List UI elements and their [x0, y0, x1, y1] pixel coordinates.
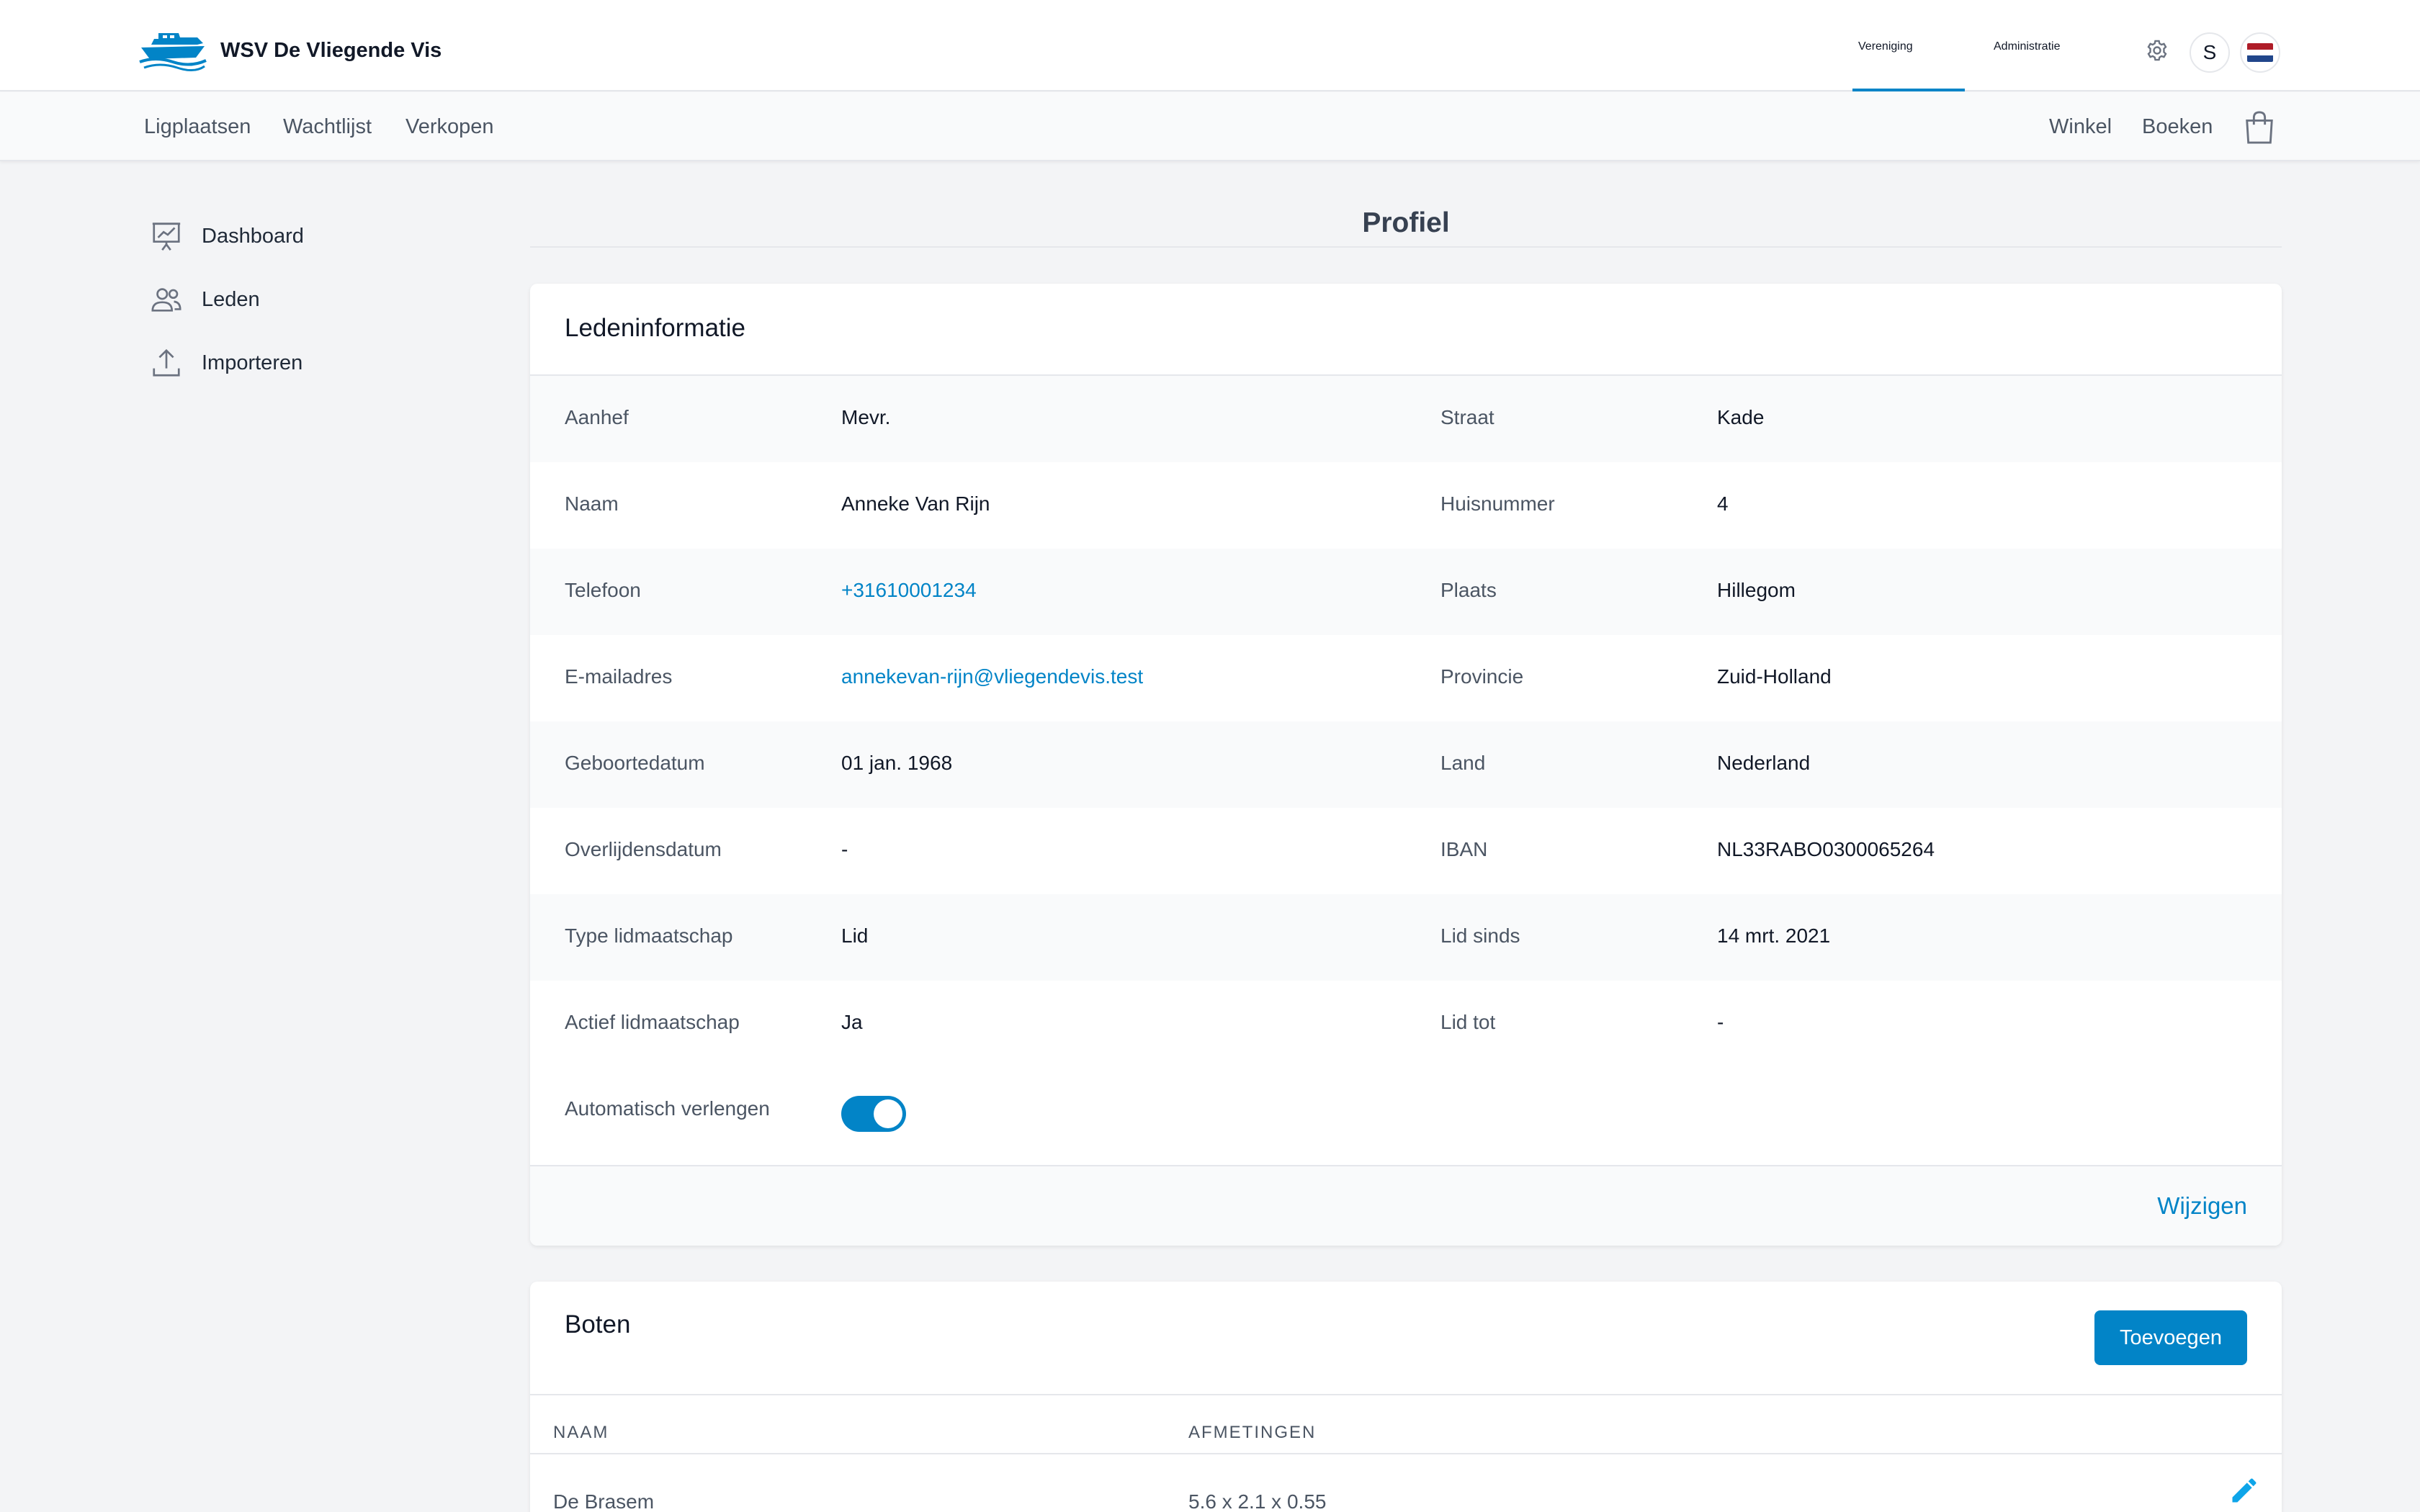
upload-icon: [153, 348, 180, 377]
boats-card: Boten Toevoegen NAAM AFMETINGEN De Brase…: [530, 1282, 2282, 1512]
info-row-email: E-mailadres annekevan-rijn@vliegendevis.…: [530, 635, 2282, 721]
edit-member-button[interactable]: Wijzigen: [2157, 1192, 2247, 1220]
field-value: NL33RABO0300065264: [1717, 838, 1935, 860]
auto-renew-toggle[interactable]: [841, 1096, 906, 1132]
users-icon: [151, 288, 182, 312]
column-header-afmetingen: AFMETINGEN: [1188, 1423, 1317, 1442]
presentation-chart-icon: [152, 222, 181, 251]
member-info-card: Ledeninformatie Aanhef Mevr. Straat Kade…: [530, 284, 2282, 1246]
field-label: Straat: [1440, 406, 1494, 428]
boats-divider: [530, 1394, 2282, 1395]
field-label: E-mailadres: [565, 665, 673, 688]
field-label: Aanhef: [565, 406, 629, 428]
field-value: 14 mrt. 2021: [1717, 924, 1831, 947]
subnav-ligplaatsen[interactable]: Ligplaatsen: [144, 115, 251, 139]
user-avatar[interactable]: S: [2190, 32, 2230, 73]
field-label: Actief lidmaatschap: [565, 1011, 740, 1033]
member-info-footer: Wijzigen: [530, 1165, 2282, 1246]
sidebar-label-dashboard: Dashboard: [202, 224, 304, 248]
field-label: Provincie: [1440, 665, 1524, 688]
field-label: IBAN: [1440, 838, 1488, 860]
member-info-title: Ledeninformatie: [565, 314, 745, 342]
field-label: Plaats: [1440, 579, 1497, 601]
brand-name: WSV De Vliegende Vis: [220, 38, 442, 62]
sidebar-item-importeren[interactable]: Importeren: [150, 346, 302, 380]
field-label: Land: [1440, 752, 1486, 774]
top-nav-vereniging[interactable]: Vereniging: [1858, 40, 1913, 53]
info-row-type-lidmaatschap: Type lidmaatschap Lid Lid sinds 14 mrt. …: [530, 894, 2282, 981]
field-value: Ja: [841, 1011, 863, 1033]
sub-navigation: Ligplaatsen Wachtlijst Verkopen Winkel B…: [0, 92, 2420, 161]
table-header-divider: [530, 1453, 2282, 1454]
field-label: Overlijdensdatum: [565, 838, 722, 860]
field-value: 4: [1717, 492, 1729, 515]
info-row-geboortedatum: Geboortedatum 01 jan. 1968 Land Nederlan…: [530, 721, 2282, 808]
field-value: Lid: [841, 924, 869, 947]
sidebar-label-importeren: Importeren: [202, 351, 303, 374]
active-tab-indicator: [1852, 89, 1965, 91]
field-label: Lid tot: [1440, 1011, 1496, 1033]
field-label: Huisnummer: [1440, 492, 1555, 515]
top-nav-administratie[interactable]: Administratie: [1994, 40, 2060, 53]
info-row-aanhef: Aanhef Mevr. Straat Kade: [530, 376, 2282, 462]
field-value: -: [841, 838, 848, 860]
boat-logo-icon: [139, 33, 207, 71]
subnav-wachtlijst[interactable]: Wachtlijst: [283, 115, 372, 139]
netherlands-flag-icon: [2247, 43, 2273, 62]
field-value: 01 jan. 1968: [841, 752, 953, 774]
gear-icon[interactable]: [2144, 37, 2170, 63]
email-link[interactable]: annekevan-rijn@vliegendevis.test: [841, 665, 1143, 688]
boat-dimensions: 5.6 x 2.1 x 0.55: [1188, 1490, 1327, 1512]
page-title: Profiel: [1362, 207, 1450, 238]
field-value: -: [1717, 1011, 1724, 1033]
field-label: Lid sinds: [1440, 924, 1520, 947]
field-value: Kade: [1717, 406, 1765, 428]
field-value: Mevr.: [841, 406, 891, 428]
field-value: Zuid-Holland: [1717, 665, 1832, 688]
sidebar-item-leden[interactable]: Leden: [150, 282, 260, 317]
subnav-winkel[interactable]: Winkel: [2049, 115, 2112, 139]
top-header: WSV De Vliegende Vis Vereniging Administ…: [0, 0, 2420, 91]
sidebar-label-leden: Leden: [202, 287, 260, 311]
info-row-auto-renew: Automatisch verlengen: [530, 1067, 2282, 1153]
boats-title: Boten: [565, 1310, 631, 1338]
info-row-telefoon: Telefoon +31610001234 Plaats Hillegom: [530, 549, 2282, 635]
info-row-actief-lidmaatschap: Actief lidmaatschap Ja Lid tot -: [530, 981, 2282, 1067]
sidebar-item-dashboard[interactable]: Dashboard: [150, 219, 304, 253]
subnav-verkopen[interactable]: Verkopen: [405, 115, 494, 139]
subnav-boeken[interactable]: Boeken: [2142, 115, 2213, 139]
add-boat-button[interactable]: Toevoegen: [2094, 1310, 2247, 1365]
toggle-knob: [874, 1099, 902, 1128]
field-value: Hillegom: [1717, 579, 1796, 601]
column-header-naam: NAAM: [553, 1423, 609, 1442]
boat-name: De Brasem: [553, 1490, 655, 1512]
field-label: Naam: [565, 492, 619, 515]
phone-link[interactable]: +31610001234: [841, 579, 977, 602]
page-title-divider: [530, 246, 2282, 248]
field-label: Geboortedatum: [565, 752, 705, 774]
shopping-bag-icon[interactable]: [2243, 109, 2276, 145]
field-label: Automatisch verlengen: [565, 1097, 770, 1120]
pencil-icon[interactable]: [2228, 1475, 2260, 1506]
language-selector[interactable]: [2240, 32, 2280, 73]
field-value: Anneke Van Rijn: [841, 492, 990, 515]
field-label: Telefoon: [565, 579, 641, 601]
field-value: Nederland: [1717, 752, 1811, 774]
field-label: Type lidmaatschap: [565, 924, 733, 947]
brand[interactable]: WSV De Vliegende Vis: [137, 29, 442, 72]
info-row-naam: Naam Anneke Van Rijn Huisnummer 4: [530, 462, 2282, 549]
info-row-overlijdensdatum: Overlijdensdatum - IBAN NL33RABO03000652…: [530, 808, 2282, 894]
